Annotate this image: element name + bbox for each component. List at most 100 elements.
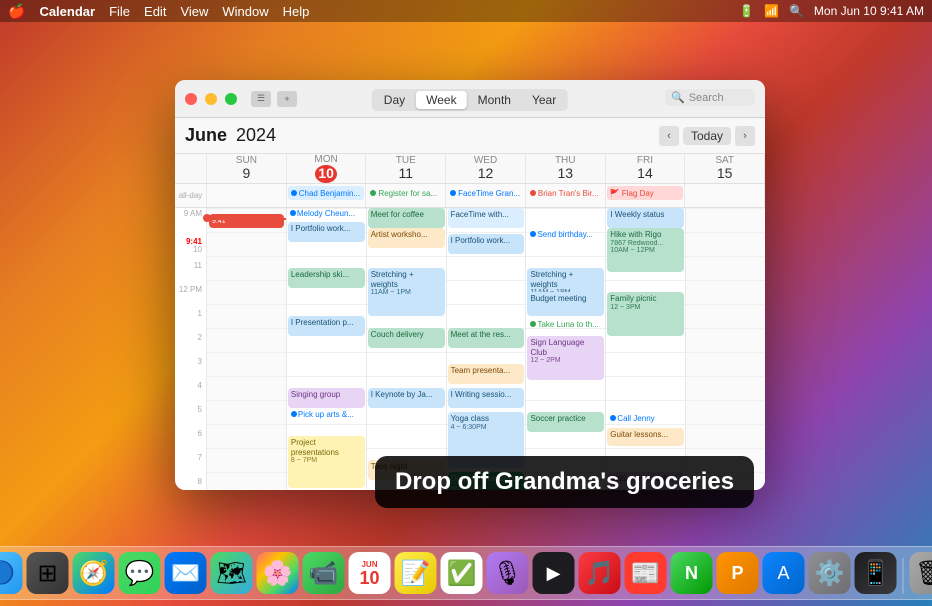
event-leadership[interactable]: Leadership ski... xyxy=(288,268,365,288)
next-button[interactable]: › xyxy=(735,126,755,146)
fullscreen-button[interactable] xyxy=(225,93,237,105)
search-icon: 🔍 xyxy=(789,4,804,18)
dock-appletv[interactable]: ▶ xyxy=(533,552,575,594)
event-portfolio-mon[interactable]: I Portfolio work... xyxy=(288,222,365,242)
event-guitar[interactable]: Guitar lessons... xyxy=(607,428,684,446)
app-name[interactable]: Calendar xyxy=(39,4,95,19)
dock-reminders[interactable]: ✅ xyxy=(441,552,483,594)
event-team-presenta[interactable]: Team presenta... xyxy=(448,364,525,384)
event-hike[interactable]: Hike with Rigo 7867 Redwood... 10AM ~ 12… xyxy=(607,228,684,272)
event-writing[interactable]: I Writing sessio... xyxy=(448,388,525,408)
dock-safari[interactable]: 🧭 xyxy=(73,552,115,594)
dock-finder[interactable]: 🔵 xyxy=(0,552,23,594)
dock-mail[interactable]: ✉️ xyxy=(165,552,207,594)
menu-edit[interactable]: Edit xyxy=(144,4,166,19)
allday-event[interactable]: Chad Benjamin... xyxy=(288,186,365,200)
appstore-icon: A xyxy=(777,563,789,584)
sidebar-toggle[interactable]: ☰ xyxy=(251,91,271,107)
event-portfolio-wed[interactable]: I Portfolio work... xyxy=(448,234,525,254)
day-header-wed: Wed 12 xyxy=(446,154,526,183)
menubar-left: 🍎 Calendar File Edit View Window Help xyxy=(8,3,309,20)
dock-appstore[interactable]: A xyxy=(763,552,805,594)
event-keynote[interactable]: I Keynote by Ja... xyxy=(368,388,445,408)
podcasts-icon: 🎙 xyxy=(492,559,522,588)
add-event-button[interactable]: + xyxy=(277,91,297,107)
allday-event[interactable]: Brian Tran's Bir... xyxy=(527,186,604,200)
today-button[interactable]: Today xyxy=(683,127,731,145)
dock-numbers[interactable]: N xyxy=(671,552,713,594)
search-icon: 🔍 xyxy=(671,91,685,104)
dock-news[interactable]: 📰 xyxy=(625,552,667,594)
col-sun: 9:41 xyxy=(207,208,287,490)
event-family-picnic[interactable]: Family picnic 12 ~ 3PM xyxy=(607,292,684,336)
allday-wed: FaceTime Gran... xyxy=(446,184,526,207)
close-button[interactable] xyxy=(185,93,197,105)
event-facetime[interactable]: FaceTime with... xyxy=(448,208,525,228)
dock-pages[interactable]: P xyxy=(717,552,759,594)
event-budget[interactable]: Budget meeting xyxy=(527,292,604,312)
tab-year[interactable]: Year xyxy=(522,91,566,109)
allday-event[interactable]: Register for sa... xyxy=(367,186,444,200)
event-stretching-tue[interactable]: Stretching + weights 11AM ~ 1PM xyxy=(368,268,445,316)
dock-facetime[interactable]: 📹 xyxy=(303,552,345,594)
col-mon: Melody Cheun... I Portfolio work... Lead… xyxy=(287,208,367,490)
trash-icon: 🗑 xyxy=(915,559,932,588)
event-luna[interactable]: Take Luna to th... xyxy=(527,318,604,334)
event-9:41[interactable]: 9:41 xyxy=(209,214,284,228)
allday-event[interactable]: FaceTime Gran... xyxy=(447,186,524,200)
event-project[interactable]: Project presentations 8 ~ 7PM xyxy=(288,436,365,488)
dock-photos[interactable]: 🌸 xyxy=(257,552,299,594)
news-icon: 📰 xyxy=(631,559,661,588)
dock-maps[interactable]: 🗺 xyxy=(211,552,253,594)
event-presentation-mon[interactable]: I Presentation p... xyxy=(288,316,365,336)
event-artist[interactable]: Artist worksho... xyxy=(368,228,445,248)
col-sat xyxy=(686,208,765,490)
dock-iphone-mirror[interactable]: 📱 xyxy=(855,552,897,594)
menu-view[interactable]: View xyxy=(180,4,208,19)
search-box[interactable]: 🔍 Search xyxy=(665,89,755,106)
event-singing[interactable]: Singing group xyxy=(288,388,365,408)
time-2: 2 xyxy=(175,332,206,356)
month-title: June xyxy=(185,125,227,146)
event-melody[interactable]: Melody Cheun... xyxy=(288,208,365,220)
tab-day[interactable]: Day xyxy=(374,91,415,109)
event-sign-language[interactable]: Sign Language Club 12 ~ 2PM xyxy=(527,336,604,380)
minimize-button[interactable] xyxy=(205,93,217,105)
allday-row: all-day Chad Benjamin... Register for sa… xyxy=(175,184,765,208)
event-coffee[interactable]: Meet for coffee xyxy=(368,208,445,228)
dock-messages[interactable]: 💬 xyxy=(119,552,161,594)
apple-menu[interactable]: 🍎 xyxy=(8,3,25,20)
event-soccer[interactable]: Soccer practice xyxy=(527,412,604,432)
tab-week[interactable]: Week xyxy=(416,91,466,109)
dock-music[interactable]: 🎵 xyxy=(579,552,621,594)
dock-trash[interactable]: 🗑 xyxy=(910,552,932,594)
day-header-fri: Fri 14 xyxy=(606,154,686,183)
menubar-right: 🔋 📶 🔍 Mon Jun 10 9:41 AM xyxy=(739,4,924,18)
event-call-jenny[interactable]: Call Jenny xyxy=(607,412,684,428)
allday-sun xyxy=(207,184,287,207)
dock-calendar[interactable]: JUN 10 xyxy=(349,552,391,594)
dock-notes[interactable]: 📝 xyxy=(395,552,437,594)
menu-window[interactable]: Window xyxy=(222,4,268,19)
time-8: 8 xyxy=(175,476,206,490)
dock-podcasts[interactable]: 🎙 xyxy=(487,552,529,594)
menu-help[interactable]: Help xyxy=(283,4,310,19)
event-birthday[interactable]: Send birthday... xyxy=(527,228,604,244)
dock: 🔵 ⊞ 🧭 💬 ✉️ 🗺 🌸 📹 JUN 10 📝 ✅ 🎙 ▶ xyxy=(0,546,932,600)
tab-month[interactable]: Month xyxy=(468,91,521,109)
tooltip-text: Drop off Grandma's groceries xyxy=(395,468,734,495)
calendar-dock-num: 10 xyxy=(359,569,379,587)
dock-systemprefs[interactable]: ⚙️ xyxy=(809,552,851,594)
event-meet-res[interactable]: Meet at the res... xyxy=(448,328,525,348)
event-weekly-status[interactable]: I Weekly status xyxy=(607,208,684,228)
allday-event-flag-day[interactable]: 🚩 Flag Day xyxy=(607,186,684,200)
dock-launchpad[interactable]: ⊞ xyxy=(27,552,69,594)
menu-file[interactable]: File xyxy=(109,4,130,19)
event-pickup[interactable]: Pick up arts &... xyxy=(288,408,365,424)
year-title: 2024 xyxy=(231,125,276,146)
facetime-icon: 📹 xyxy=(309,559,339,588)
datetime-display: Mon Jun 10 9:41 AM xyxy=(814,4,924,18)
prev-button[interactable]: ‹ xyxy=(659,126,679,146)
event-couch[interactable]: Couch delivery xyxy=(368,328,445,348)
calendar-grid: 9 AM 9:41 10 11 12 PM 1 2 3 4 5 6 7 8 xyxy=(175,208,765,490)
